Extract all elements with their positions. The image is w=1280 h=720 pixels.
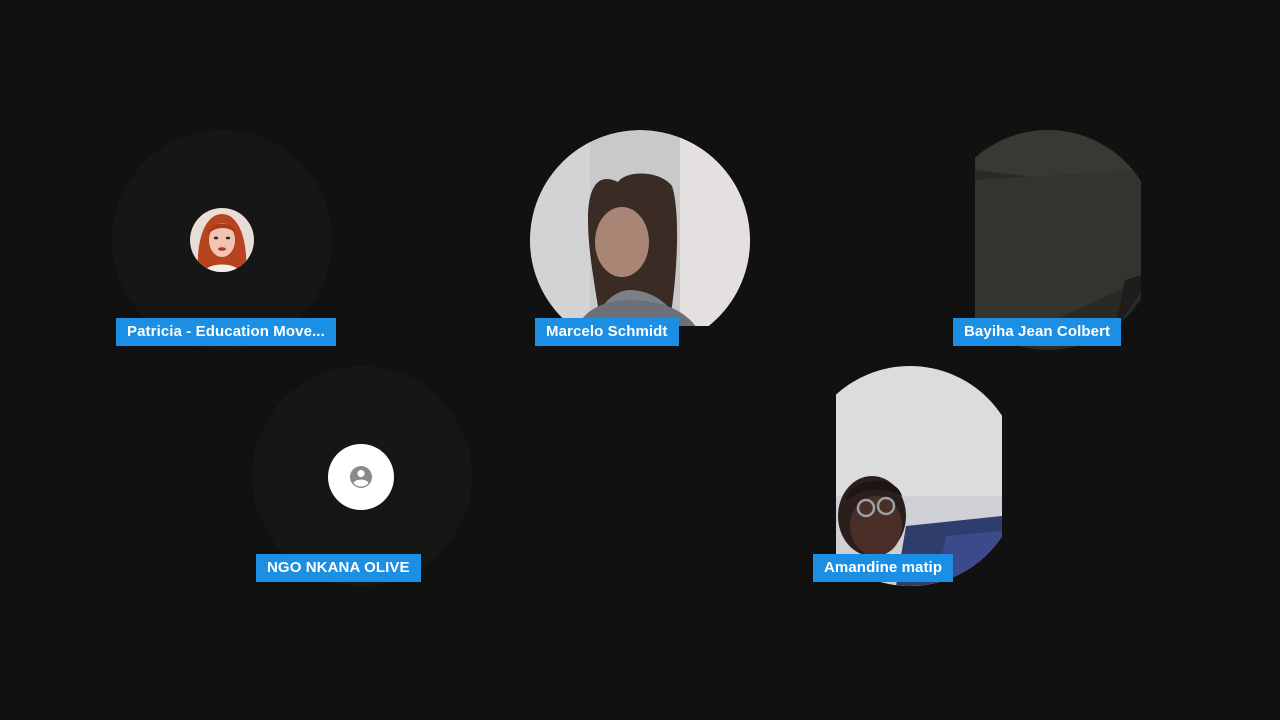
- participant-tile-patricia[interactable]: Patricia - Education Move...: [112, 130, 336, 350]
- participant-tile-amandine[interactable]: Amandine matip: [800, 366, 1020, 586]
- participant-name-tag: Amandine matip: [813, 554, 954, 582]
- placeholder-avatar: [328, 444, 394, 510]
- participant-tile-bayiha[interactable]: Bayiha Jean Colbert: [938, 130, 1158, 350]
- participant-name-tag: Marcelo Schmidt: [535, 318, 679, 346]
- participant-tile-ngo-nkana-olive[interactable]: NGO NKANA OLIVE: [252, 366, 472, 586]
- participant-video: [836, 366, 1002, 586]
- video-call-stage: Patricia - Education Move... Marcelo Sch…: [0, 0, 1280, 720]
- participant-name-tag: Patricia - Education Move...: [116, 318, 336, 346]
- person-placeholder-icon: [350, 466, 372, 488]
- participant-tile-marcelo[interactable]: Marcelo Schmidt: [530, 130, 750, 350]
- participant-video: [530, 130, 750, 326]
- profile-avatar: [190, 208, 254, 272]
- participant-video: [975, 130, 1141, 350]
- participant-name-tag: Bayiha Jean Colbert: [953, 318, 1122, 346]
- participant-name-tag: NGO NKANA OLIVE: [256, 554, 421, 582]
